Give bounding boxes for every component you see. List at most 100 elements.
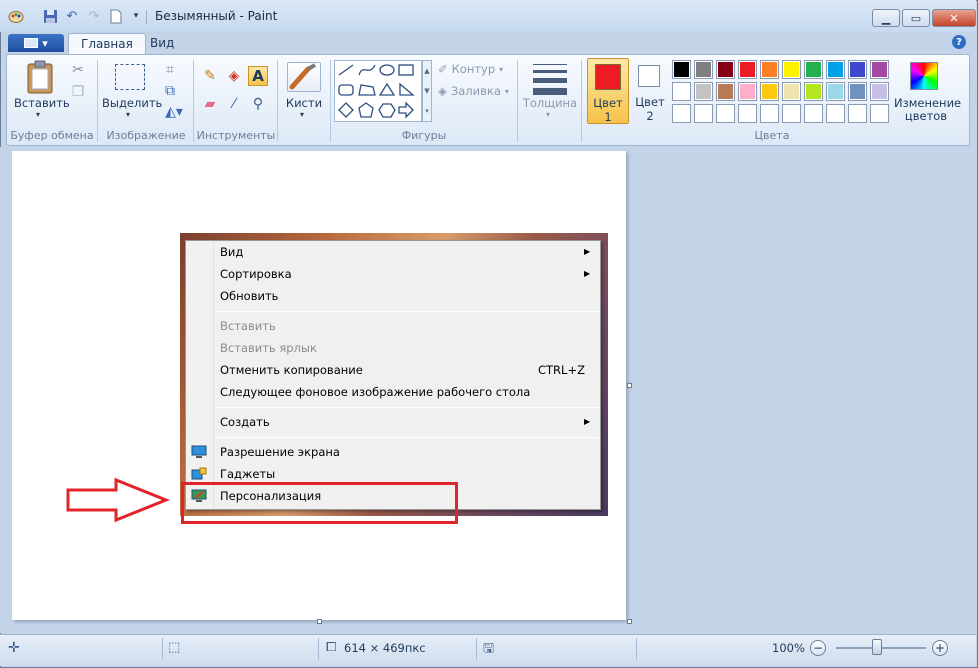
palette-swatch[interactable] <box>716 60 735 79</box>
rotate-icon[interactable]: ◭▾ <box>160 102 188 122</box>
curve-shape-icon[interactable] <box>358 64 376 76</box>
palette-swatch[interactable] <box>738 104 757 123</box>
cut-icon[interactable]: ✂ <box>68 60 88 80</box>
color2-label: Цвет <box>635 95 665 109</box>
palette-swatch[interactable] <box>782 82 801 101</box>
customize-quickaccess-icon[interactable]: ▾ <box>128 8 144 24</box>
resize-handle-corner[interactable] <box>627 619 632 624</box>
palette-swatch[interactable] <box>848 82 867 101</box>
palette-swatch[interactable] <box>716 82 735 101</box>
color1-button[interactable]: Цвет 1 <box>587 58 629 124</box>
zoom-level: 100% <box>772 641 805 655</box>
swatch-fill <box>762 106 777 121</box>
redo-icon[interactable]: ↷ <box>86 8 102 24</box>
shapes-gallery[interactable] <box>334 60 422 122</box>
eraser-icon[interactable]: ▰ <box>200 94 220 114</box>
palette-swatch[interactable] <box>826 60 845 79</box>
palette-swatch[interactable] <box>672 104 691 123</box>
right-triangle-shape-icon[interactable] <box>399 82 415 96</box>
swatch-fill <box>718 84 733 99</box>
brushes-button[interactable]: Кисти ▾ <box>282 60 326 126</box>
zoom-slider-thumb[interactable] <box>872 639 882 655</box>
palette-swatch[interactable] <box>760 82 779 101</box>
palette-swatch[interactable] <box>870 60 889 79</box>
palette-swatch[interactable] <box>694 104 713 123</box>
swatch-fill <box>696 106 711 121</box>
gallery-expand-icon[interactable]: ▾ <box>425 107 429 115</box>
palette-swatch[interactable] <box>826 82 845 101</box>
group-separator <box>330 60 331 142</box>
outline-button[interactable]: ✐ Контур ▾ <box>438 62 503 76</box>
triangle-shape-icon[interactable] <box>378 82 396 96</box>
image-dimensions: 614 × 469пкс <box>344 641 426 655</box>
fill-button[interactable]: ◈ Заливка ▾ <box>438 84 509 98</box>
palette-swatch[interactable] <box>804 82 823 101</box>
palette-swatch[interactable] <box>694 60 713 79</box>
palette-swatch[interactable] <box>760 60 779 79</box>
text-tool-icon[interactable]: A <box>248 66 268 86</box>
line-thickness-icon <box>533 64 567 95</box>
palette-swatch[interactable] <box>760 104 779 123</box>
size-button[interactable]: Толщина ▾ <box>522 60 578 126</box>
fill-bucket-icon[interactable]: ◈ <box>224 66 244 86</box>
close-button[interactable]: ✕ <box>932 9 976 27</box>
zoom-in-button[interactable]: + <box>932 640 948 656</box>
paint-app-icon[interactable] <box>8 8 24 24</box>
palette-swatch[interactable] <box>782 60 801 79</box>
menu-item-undo-copy: Отменить копирование <box>220 363 363 377</box>
palette-swatch[interactable] <box>672 82 691 101</box>
submenu-arrow-icon: ▶ <box>584 247 591 256</box>
palette-swatch[interactable] <box>782 104 801 123</box>
palette-swatch[interactable] <box>738 60 757 79</box>
arrow-shape-icon[interactable] <box>398 101 414 119</box>
pencil-icon[interactable]: ✎ <box>200 66 220 86</box>
maximize-button[interactable]: ▭ <box>902 9 930 27</box>
rectangle-shape-icon[interactable] <box>398 64 414 76</box>
select-button[interactable]: Выделить ▾ <box>102 60 162 126</box>
palette-swatch[interactable] <box>804 60 823 79</box>
rounded-rect-shape-icon[interactable] <box>338 84 354 96</box>
color2-button[interactable]: Цвет 2 <box>632 58 668 124</box>
color-picker-icon[interactable]: ⁄ <box>224 94 244 114</box>
palette-swatch[interactable] <box>738 82 757 101</box>
magnifier-icon[interactable]: ⚲ <box>248 94 268 114</box>
undo-icon[interactable]: ↶ <box>64 8 80 24</box>
edit-colors-button[interactable]: Изменение цветов <box>894 60 961 126</box>
scroll-down-icon[interactable]: ▼ <box>424 87 429 95</box>
tab-home[interactable]: Главная <box>68 33 146 54</box>
line-shape-icon[interactable] <box>338 64 354 76</box>
pentagon-shape-icon[interactable] <box>358 102 374 118</box>
swatch-fill <box>806 62 821 77</box>
save-icon[interactable] <box>42 8 58 24</box>
shapes-scrollbar[interactable]: ▲ ▼ ▾ <box>422 60 432 122</box>
palette-swatch[interactable] <box>848 104 867 123</box>
palette-swatch[interactable] <box>826 104 845 123</box>
tab-view[interactable]: Вид <box>138 33 186 54</box>
diamond-shape-icon[interactable] <box>338 102 354 118</box>
crop-icon[interactable]: ⌗ <box>160 60 180 80</box>
color-spectrum-icon <box>910 62 938 90</box>
palette-swatch[interactable] <box>870 82 889 101</box>
palette-swatch[interactable] <box>716 104 735 123</box>
copy-icon[interactable]: ❐ <box>68 82 88 102</box>
palette-swatch[interactable] <box>672 60 691 79</box>
help-icon[interactable]: ? <box>952 35 966 49</box>
polygon-shape-icon[interactable] <box>358 84 376 96</box>
hexagon-shape-icon[interactable] <box>378 103 396 118</box>
minimize-button[interactable]: ▁ <box>872 9 900 27</box>
palette-swatch[interactable] <box>804 104 823 123</box>
oval-shape-icon[interactable] <box>379 64 395 76</box>
image-group-label: Изображение <box>106 129 186 142</box>
scroll-up-icon[interactable]: ▲ <box>424 67 429 75</box>
swatch-fill <box>674 84 689 99</box>
palette-swatch[interactable] <box>870 104 889 123</box>
new-document-icon[interactable] <box>108 8 124 24</box>
file-menu-button[interactable]: ▾ <box>8 34 64 52</box>
palette-swatch[interactable] <box>848 60 867 79</box>
palette-swatch[interactable] <box>694 82 713 101</box>
paste-button[interactable]: Вставить ▾ <box>14 60 70 126</box>
zoom-out-button[interactable]: − <box>810 640 826 656</box>
resize-handle-right[interactable] <box>627 383 632 388</box>
resize-handle-bottom[interactable] <box>317 619 322 624</box>
resize-icon[interactable]: ⧉ <box>160 81 180 101</box>
